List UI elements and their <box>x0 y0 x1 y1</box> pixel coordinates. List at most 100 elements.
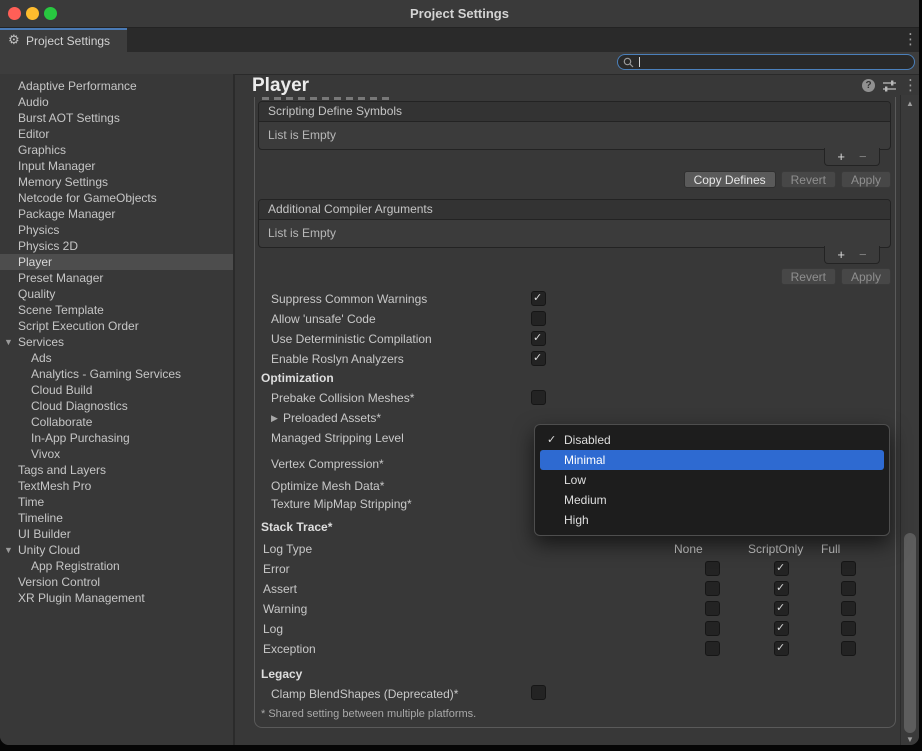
list-footer-controls: + − <box>824 246 880 264</box>
foldout-open-icon[interactable]: ▼ <box>4 334 13 350</box>
sidebar-item-services[interactable]: ▼Services <box>0 334 233 350</box>
sidebar-item-collaborate[interactable]: Collaborate <box>0 414 233 430</box>
sidebar-item-scene-template[interactable]: Scene Template <box>0 302 233 318</box>
sidebar-item-cloud-diagnostics[interactable]: Cloud Diagnostics <box>0 398 233 414</box>
section-header-optimization: Optimization <box>261 371 334 385</box>
log-none-checkbox[interactable] <box>705 621 720 636</box>
vertical-scrollbar[interactable]: ▲ ▼ <box>900 95 919 745</box>
assert-full-checkbox[interactable] <box>841 581 856 596</box>
tab-strip: ⚙ Project Settings ⋮ <box>0 28 919 52</box>
sidebar-item-ui-builder[interactable]: UI Builder <box>0 526 233 542</box>
revert-button[interactable]: Revert <box>781 171 836 188</box>
sidebar-item-tags-and-layers[interactable]: Tags and Layers <box>0 462 233 478</box>
warning-full-checkbox[interactable] <box>841 601 856 616</box>
tab-strip-kebab-menu-icon[interactable]: ⋮ <box>903 32 918 48</box>
sidebar-item-adaptive-performance[interactable]: Adaptive Performance <box>0 78 233 94</box>
sidebar-item-version-control[interactable]: Version Control <box>0 574 233 590</box>
scripting-define-symbols-list: Scripting Define Symbols List is Empty <box>258 101 891 150</box>
menu-item-low[interactable]: Low <box>540 470 884 490</box>
allow-unsafe-code-checkbox[interactable] <box>531 311 546 326</box>
enable-roslyn-analyzers-checkbox[interactable] <box>531 351 546 366</box>
warning-none-checkbox[interactable] <box>705 601 720 616</box>
scrollbar-thumb[interactable] <box>904 533 916 733</box>
list-empty-label: List is Empty <box>259 122 890 149</box>
warning-scriptonly-checkbox[interactable] <box>774 601 789 616</box>
remove-item-button[interactable]: − <box>859 247 867 262</box>
header-kebab-menu-icon[interactable]: ⋮ <box>903 78 918 94</box>
row-label-error: Error <box>263 562 290 576</box>
apply-button[interactable]: Apply <box>841 268 891 285</box>
sidebar-item-vivox[interactable]: Vivox <box>0 446 233 462</box>
sidebar-item-quality[interactable]: Quality <box>0 286 233 302</box>
menu-item-minimal[interactable]: Minimal <box>540 450 884 470</box>
field-label: Clamp BlendShapes (Deprecated)* <box>271 687 458 701</box>
list-header[interactable]: Additional Compiler Arguments <box>259 200 890 220</box>
menu-item-high[interactable]: High <box>540 510 884 530</box>
log-scriptonly-checkbox[interactable] <box>774 621 789 636</box>
row-label-exception: Exception <box>263 642 316 656</box>
sidebar-item-preset-manager[interactable]: Preset Manager <box>0 270 233 286</box>
sidebar-item-physics[interactable]: Physics <box>0 222 233 238</box>
sidebar-item-netcode-for-gameobjects[interactable]: Netcode for GameObjects <box>0 190 233 206</box>
sidebar-item-time[interactable]: Time <box>0 494 233 510</box>
exception-none-checkbox[interactable] <box>705 641 720 656</box>
add-item-button[interactable]: + <box>837 149 845 164</box>
sidebar-item-unity-cloud[interactable]: ▼Unity Cloud <box>0 542 233 558</box>
apply-button[interactable]: Apply <box>841 171 891 188</box>
error-full-checkbox[interactable] <box>841 561 856 576</box>
error-none-checkbox[interactable] <box>705 561 720 576</box>
window-title: Project Settings <box>0 0 919 27</box>
sidebar-item-cloud-build[interactable]: Cloud Build <box>0 382 233 398</box>
field-label: Prebake Collision Meshes* <box>271 391 414 405</box>
revert-button[interactable]: Revert <box>781 268 836 285</box>
suppress-common-warnings-checkbox[interactable] <box>531 291 546 306</box>
presets-icon[interactable] <box>882 79 897 93</box>
define-symbols-buttons: Copy Defines Revert Apply <box>258 171 891 189</box>
error-scriptonly-checkbox[interactable] <box>774 561 789 576</box>
sidebar-item-burst-aot-settings[interactable]: Burst AOT Settings <box>0 110 233 126</box>
sidebar-item-package-manager[interactable]: Package Manager <box>0 206 233 222</box>
sidebar-item-physics-2d[interactable]: Physics 2D <box>0 238 233 254</box>
sidebar-item-player[interactable]: Player <box>0 254 233 270</box>
exception-full-checkbox[interactable] <box>841 641 856 656</box>
clipped-row-top <box>262 97 392 100</box>
menu-item-disabled[interactable]: ✓ Disabled <box>540 430 884 450</box>
help-icon[interactable]: ? <box>862 79 875 92</box>
field-label: Managed Stripping Level <box>271 431 404 445</box>
sidebar-item-timeline[interactable]: Timeline <box>0 510 233 526</box>
copy-defines-button[interactable]: Copy Defines <box>684 171 776 188</box>
sidebar-item-input-manager[interactable]: Input Manager <box>0 158 233 174</box>
log-full-checkbox[interactable] <box>841 621 856 636</box>
sidebar-item-analytics-gaming-services[interactable]: Analytics - Gaming Services <box>0 366 233 382</box>
foldout-open-icon[interactable]: ▼ <box>4 542 13 558</box>
scroll-down-arrow-icon[interactable]: ▼ <box>901 735 919 744</box>
list-header[interactable]: Scripting Define Symbols <box>259 102 890 122</box>
assert-none-checkbox[interactable] <box>705 581 720 596</box>
prebake-collision-meshes-checkbox[interactable] <box>531 390 546 405</box>
tab-project-settings[interactable]: ⚙ Project Settings <box>0 28 127 52</box>
assert-scriptonly-checkbox[interactable] <box>774 581 789 596</box>
sidebar-item-in-app-purchasing[interactable]: In-App Purchasing <box>0 430 233 446</box>
row-label-assert: Assert <box>263 582 297 596</box>
foldout-closed-icon[interactable]: ▶ <box>271 413 278 424</box>
sidebar-item-script-execution-order[interactable]: Script Execution Order <box>0 318 233 334</box>
menu-item-medium[interactable]: Medium <box>540 490 884 510</box>
use-deterministic-compilation-checkbox[interactable] <box>531 331 546 346</box>
section-header-stack-trace: Stack Trace* <box>261 520 332 534</box>
search-input[interactable] <box>617 54 915 70</box>
sidebar-item-app-registration[interactable]: App Registration <box>0 558 233 574</box>
sidebar-item-ads[interactable]: Ads <box>0 350 233 366</box>
sidebar-item-audio[interactable]: Audio <box>0 94 233 110</box>
tab-label: Project Settings <box>26 30 110 52</box>
remove-item-button[interactable]: − <box>859 149 867 164</box>
exception-scriptonly-checkbox[interactable] <box>774 641 789 656</box>
clamp-blendshapes-checkbox[interactable] <box>531 685 546 700</box>
sidebar-item-textmesh-pro[interactable]: TextMesh Pro <box>0 478 233 494</box>
scroll-up-arrow-icon[interactable]: ▲ <box>901 99 919 108</box>
sidebar-item-memory-settings[interactable]: Memory Settings <box>0 174 233 190</box>
field-label: Vertex Compression* <box>271 457 384 471</box>
sidebar-item-editor[interactable]: Editor <box>0 126 233 142</box>
add-item-button[interactable]: + <box>837 247 845 262</box>
sidebar-item-xr-plugin-management[interactable]: XR Plugin Management <box>0 590 233 606</box>
sidebar-item-graphics[interactable]: Graphics <box>0 142 233 158</box>
